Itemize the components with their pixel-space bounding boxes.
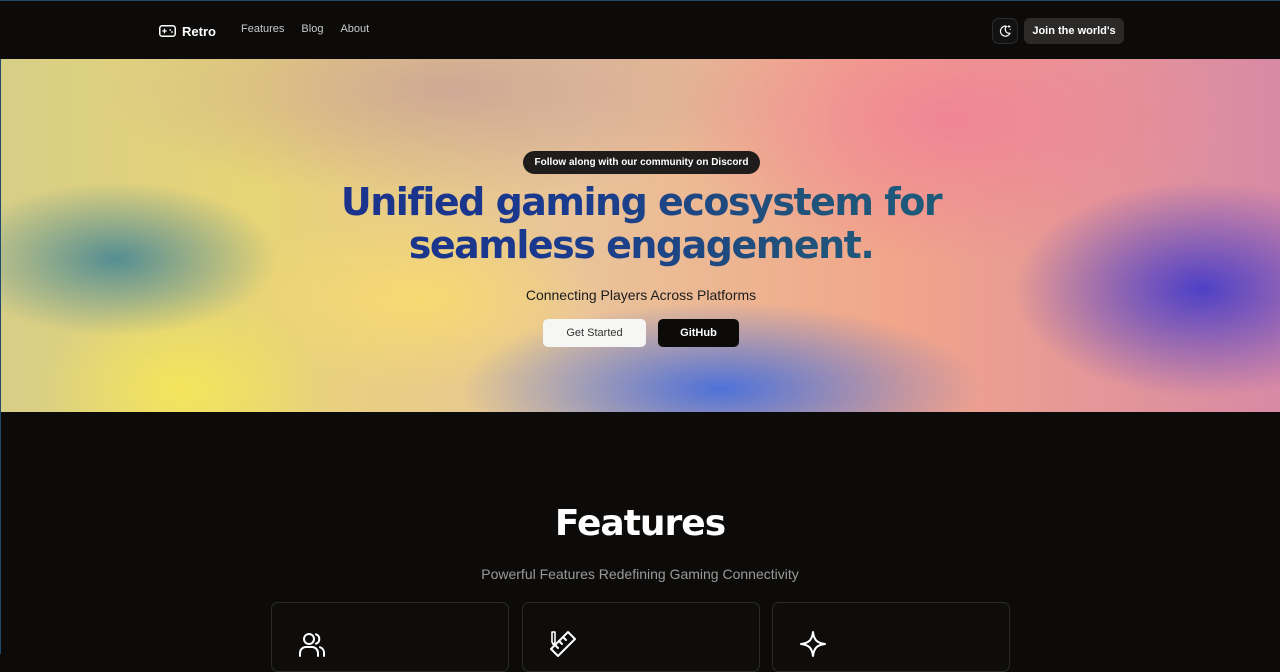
hero-title-line2: seamless engagement.	[408, 223, 874, 267]
gamepad-icon	[159, 25, 176, 37]
github-button[interactable]: GitHub	[658, 319, 739, 347]
features-subtitle: Powerful Features Redefining Gaming Conn…	[481, 566, 799, 582]
pencil-ruler-icon	[550, 631, 576, 657]
nav-link-blog[interactable]: Blog	[301, 23, 323, 35]
brand-name: Retro	[182, 23, 216, 39]
join-button[interactable]: Join the world's	[1024, 18, 1124, 44]
get-started-button[interactable]: Get Started	[543, 319, 646, 347]
hero-title-line1: Unified gaming ecosystem for	[340, 180, 942, 224]
feature-card-2[interactable]	[522, 602, 760, 672]
main-nav: Features Blog About	[241, 23, 369, 35]
feature-card-3[interactable]	[772, 602, 1010, 672]
site-header: Retro Features Blog About Join the world…	[0, 1, 1280, 59]
brand-logo[interactable]: Retro	[159, 20, 216, 42]
nav-link-features[interactable]: Features	[241, 23, 284, 35]
theme-toggle-button[interactable]	[992, 18, 1018, 44]
users-icon	[299, 633, 325, 657]
sparkle-icon	[800, 631, 826, 657]
hero-title: Unified gaming ecosystem for seamless en…	[241, 181, 1041, 267]
hero-section: Follow along with our community on Disco…	[1, 59, 1280, 412]
moon-stars-icon	[999, 25, 1011, 37]
nav-link-about[interactable]: About	[340, 23, 369, 35]
hero-subtitle: Connecting Players Across Platforms	[525, 287, 757, 303]
features-title: Features	[554, 503, 726, 544]
discord-community-pill[interactable]: Follow along with our community on Disco…	[523, 151, 760, 174]
feature-card-1[interactable]	[271, 602, 509, 672]
